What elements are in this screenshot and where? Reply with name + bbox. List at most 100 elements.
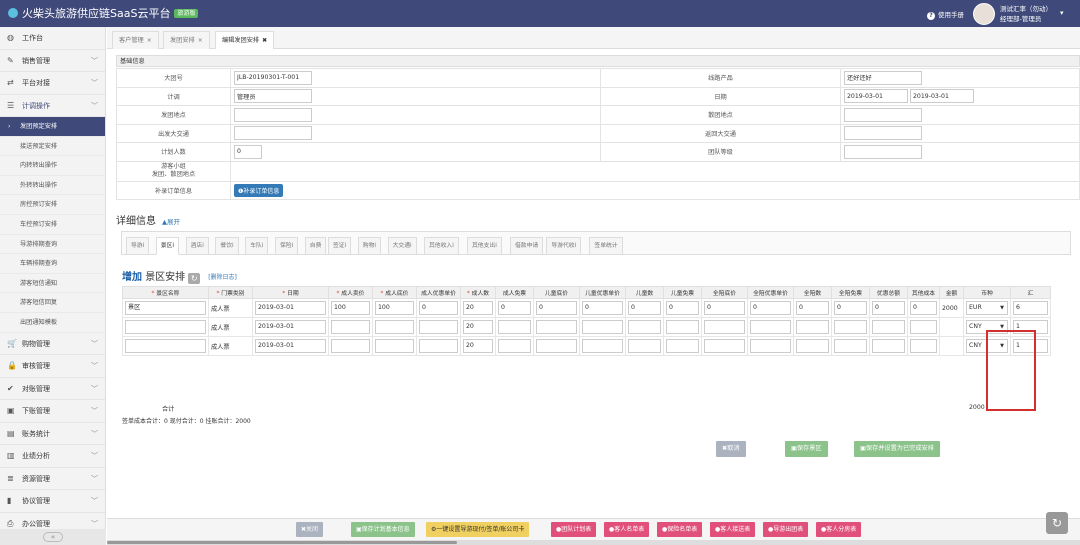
adult-sell-input[interactable] <box>331 320 370 334</box>
add-scenic-button[interactable]: 增加 <box>122 272 142 283</box>
subtab[interactable]: 其他收入ⅰ <box>424 237 459 255</box>
sidebar-item-edit[interactable]: ✎ 销售管理 ﹀ <box>0 50 105 72</box>
bottom-button[interactable]: ✖关闭 <box>296 522 324 537</box>
bottom-button[interactable]: ●保险名单表 <box>657 522 703 537</box>
subtab[interactable]: 保险ⅰ <box>275 237 299 255</box>
refresh-icon[interactable]: ↻ <box>1046 512 1068 534</box>
expand-toggle[interactable]: ▲展开 <box>162 218 180 226</box>
adult-disc-input[interactable] <box>419 339 458 353</box>
escort-free-input[interactable]: 0 <box>834 301 867 315</box>
child-free-input[interactable]: 0 <box>666 301 699 315</box>
escort-cost-input[interactable] <box>704 320 745 334</box>
bottom-button[interactable]: ⚙一键设置导游现付/签单/账公司卡 <box>426 522 530 537</box>
sidebar-item-book[interactable]: ▤ 账务统计 ﹀ <box>0 423 105 446</box>
cancel-button[interactable]: ✖取消 <box>716 441 746 457</box>
child-free-input[interactable] <box>666 339 699 353</box>
save-scenic-button[interactable]: ▣保存景区 <box>785 441 828 457</box>
help-manual-link[interactable]: ? 使用手册 <box>927 9 964 20</box>
escorts-input[interactable]: 0 <box>796 301 829 315</box>
bottom-button[interactable]: ●团队计划表 <box>551 522 597 537</box>
adults-input[interactable]: 20 <box>463 320 493 334</box>
adult-sell-input[interactable]: 100 <box>331 301 370 315</box>
child-free-input[interactable] <box>666 320 699 334</box>
user-info[interactable]: 测试汇率（勿动） 经理部-管理员 <box>1000 4 1052 24</box>
currency-select[interactable]: EUR ▼ <box>966 301 1008 315</box>
scrollbar-thumb[interactable] <box>107 541 457 544</box>
escort-disc-input[interactable]: 0 <box>750 301 791 315</box>
sidebar-subitem[interactable]: 车控预订安排 <box>0 215 105 235</box>
subtab[interactable]: 自费 <box>304 237 327 255</box>
disc-total-input[interactable]: 0 <box>872 301 905 315</box>
avatar[interactable] <box>973 3 995 25</box>
sidebar-subitem[interactable]: 导游排期查询 <box>0 235 105 255</box>
sidebar-item-database[interactable]: ≣ 资源管理 ﹀ <box>0 468 105 491</box>
child-disc-input[interactable]: 0 <box>582 301 623 315</box>
subtab[interactable]: 导游ⅰ <box>126 237 150 255</box>
other-cost-input[interactable] <box>910 339 937 353</box>
name-input[interactable]: 景区 <box>125 301 206 315</box>
children-input[interactable] <box>628 320 661 334</box>
horizontal-scrollbar[interactable] <box>107 540 1080 545</box>
sidebar-collapse[interactable]: « <box>0 529 106 545</box>
adult-free-input[interactable] <box>498 320 531 334</box>
escorts-input[interactable] <box>796 339 829 353</box>
planned-people-field[interactable] <box>234 144 262 159</box>
group-level-field[interactable] <box>844 144 922 159</box>
collapse-icon[interactable]: « <box>43 532 63 542</box>
adult-disc-input[interactable]: 0 <box>419 301 458 315</box>
sidebar-item-money[interactable]: ▣ 下账管理 ﹀ <box>0 400 105 423</box>
sidebar-item-bar-chart[interactable]: ▥ 业绩分析 ﹀ <box>0 445 105 468</box>
subtab[interactable]: 购物ⅰ <box>357 237 382 255</box>
sidebar-subitem[interactable]: 出团通知模板 <box>0 313 105 333</box>
planner-field[interactable] <box>234 89 312 104</box>
escort-free-input[interactable] <box>834 339 867 353</box>
sidebar-item-file[interactable]: ▮ 协议管理 ﹀ <box>0 490 105 513</box>
close-icon[interactable]: ✖ <box>262 37 267 44</box>
sidebar-subitem[interactable]: 内转转出操作 <box>0 156 105 176</box>
disc-total-input[interactable] <box>872 339 905 353</box>
subtab[interactable]: 其他支出ⅰ <box>467 237 502 255</box>
sidebar-subitem[interactable]: 游客短信回复 <box>0 293 105 313</box>
disc-total-input[interactable] <box>872 320 905 334</box>
subtab[interactable]: 签单统计 <box>589 237 623 255</box>
tab-tour-arrangement[interactable]: 发团安排 × <box>163 31 210 49</box>
product-field[interactable] <box>844 70 922 85</box>
return-transport-field[interactable] <box>844 126 922 141</box>
app-brand[interactable]: 火柴头旅游供应链SaaS云平台 旅游版 <box>8 5 199 21</box>
sidebar-subitem[interactable]: 房控预订安排 <box>0 195 105 215</box>
adult-cost-input[interactable] <box>375 320 414 334</box>
sidebar-item-dashboard[interactable]: ◍ 工作台 <box>0 27 105 50</box>
subtab[interactable]: 签证ⅰ <box>328 237 352 255</box>
bottom-button[interactable]: ●客人名单表 <box>604 522 650 537</box>
chevron-down-icon[interactable]: ▾ <box>1060 9 1064 17</box>
sidebar-subitem[interactable]: 接送预定安排 <box>0 137 105 157</box>
name-input[interactable] <box>125 339 206 353</box>
sidebar-item-cart[interactable]: 🛒 购物管理 ﹀ <box>0 333 105 356</box>
child-disc-input[interactable] <box>582 320 623 334</box>
adult-disc-input[interactable] <box>419 320 458 334</box>
delete-log-link[interactable]: [删除日志] <box>208 274 237 281</box>
adult-free-input[interactable] <box>498 339 531 353</box>
subtab[interactable]: 大交通ⅰ <box>387 237 417 255</box>
bottom-button[interactable]: ●客人接送表 <box>710 522 756 537</box>
child-cost-input[interactable] <box>536 320 577 334</box>
date-end-field[interactable] <box>909 89 974 104</box>
close-icon[interactable]: × <box>198 37 203 44</box>
date-start-field[interactable] <box>844 89 908 104</box>
supplement-order-button[interactable]: ❶补录订单信息 <box>234 183 284 197</box>
adult-sell-input[interactable] <box>331 339 370 353</box>
adults-input[interactable]: 20 <box>463 339 493 353</box>
date-input[interactable]: 2019-03-01 <box>255 339 326 353</box>
name-input[interactable] <box>125 320 206 334</box>
sidebar-subitem[interactable]: 车辆排期查询 <box>0 254 105 274</box>
adult-cost-input[interactable] <box>375 339 414 353</box>
close-icon[interactable]: × <box>147 37 152 44</box>
tour-no-field[interactable] <box>234 70 312 85</box>
save-complete-button[interactable]: ▣保存并设置为已完成安排 <box>854 441 940 457</box>
sidebar-item-list[interactable]: ☰ 计调操作 ﹀ <box>0 95 105 117</box>
other-cost-input[interactable] <box>910 320 937 334</box>
escorts-input[interactable] <box>796 320 829 334</box>
escort-cost-input[interactable] <box>704 339 745 353</box>
escort-cost-input[interactable]: 0 <box>704 301 745 315</box>
subtab[interactable]: 餐饮ⅰ <box>215 237 239 255</box>
